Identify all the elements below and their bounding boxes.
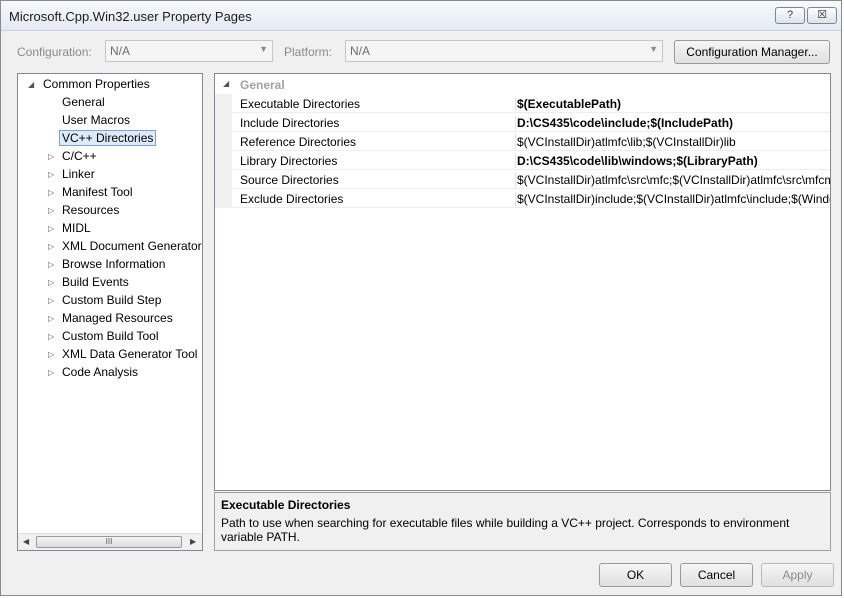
tree-item-label: XML Data Generator Tool xyxy=(62,347,198,361)
property-value[interactable]: $(VCInstallDir)include;$(VCInstallDir)at… xyxy=(515,192,830,206)
window-title: Microsoft.Cpp.Win32.user Property Pages xyxy=(9,9,252,24)
expand-arrow-icon[interactable]: ▷ xyxy=(48,202,58,219)
property-name: Include Directories xyxy=(240,116,340,130)
property-row[interactable]: Source Directories $(VCInstallDir)atlmfc\… xyxy=(215,170,830,189)
scroll-left-icon[interactable]: ◀ xyxy=(23,537,29,546)
expand-arrow-icon[interactable]: ▷ xyxy=(48,274,58,291)
tree-item-label: Linker xyxy=(62,167,95,181)
tree-item-label: VC++ Directories xyxy=(59,130,157,146)
tree-horizontal-scrollbar[interactable]: ◀ III ▶ xyxy=(18,533,202,550)
row-gutter xyxy=(215,170,232,188)
tree-item-label: Manifest Tool xyxy=(62,185,133,199)
tree-item-label: Browse Information xyxy=(62,257,166,271)
platform-label: Platform: xyxy=(284,45,333,59)
tree-item-label: Code Analysis xyxy=(62,365,139,379)
expand-arrow-icon[interactable]: ▷ xyxy=(48,148,58,165)
expand-arrow-icon[interactable]: ▷ xyxy=(48,256,58,273)
property-pages-window: Microsoft.Cpp.Win32.user Property Pages … xyxy=(0,0,842,596)
property-grid: ◢ General Executable Directories $(Execut… xyxy=(214,73,831,491)
platform-dropdown[interactable]: N/A ▼ xyxy=(345,40,663,62)
row-gutter xyxy=(215,94,232,112)
tree-item-vc-directories[interactable]: VC++ Directories xyxy=(59,130,157,147)
tree-item-label: Common Properties xyxy=(43,77,150,91)
expand-arrow-icon[interactable]: ▷ xyxy=(48,364,58,381)
configuration-label: Configuration: xyxy=(17,45,92,59)
property-name: Library Directories xyxy=(240,154,338,168)
collapse-arrow-icon[interactable]: ◢ xyxy=(223,79,229,88)
configuration-manager-button[interactable]: Configuration Manager... xyxy=(674,40,830,64)
tree-item-label: XML Document Generator xyxy=(62,239,202,253)
chevron-down-icon: ▼ xyxy=(649,44,658,54)
tree-item-label: Managed Resources xyxy=(62,311,173,325)
help-icon: ? xyxy=(786,9,794,21)
chevron-down-icon: ▼ xyxy=(259,44,268,54)
tree-item-label: Custom Build Tool xyxy=(62,329,159,343)
close-icon: ☒ xyxy=(817,9,827,21)
cancel-button[interactable]: Cancel xyxy=(680,563,753,587)
tree-item-general[interactable]: General xyxy=(62,94,105,111)
help-button[interactable]: ? xyxy=(775,7,805,24)
property-value[interactable]: D:\CS435\code\include;$(IncludePath) xyxy=(515,116,830,130)
property-row[interactable]: Include Directories D:\CS435\code\include… xyxy=(215,113,830,132)
expand-arrow-icon[interactable]: ▷ xyxy=(48,184,58,201)
expand-arrow-icon[interactable]: ▷ xyxy=(48,346,58,363)
tree-item-user-macros[interactable]: User Macros xyxy=(62,112,130,129)
grid-category-label: General xyxy=(240,78,285,92)
tree-item-label: General xyxy=(62,95,105,109)
scroll-thumb[interactable]: III xyxy=(36,536,182,548)
expand-arrow-icon[interactable]: ▷ xyxy=(48,220,58,237)
title-bar[interactable]: Microsoft.Cpp.Win32.user Property Pages … xyxy=(1,1,841,31)
property-row[interactable]: Library Directories D:\CS435\code\lib\win… xyxy=(215,151,830,170)
property-value[interactable]: $(ExecutablePath) xyxy=(515,97,830,111)
platform-value: N/A xyxy=(350,44,371,58)
configuration-dropdown[interactable]: N/A ▼ xyxy=(105,40,273,62)
property-name: Source Directories xyxy=(240,173,339,187)
tree-item-label: User Macros xyxy=(62,113,131,127)
description-title: Executable Directories xyxy=(221,498,351,512)
row-gutter xyxy=(215,189,232,207)
property-row[interactable]: Exclude Directories $(VCInstallDir)includ… xyxy=(215,189,830,208)
tree-item-label: Custom Build Step xyxy=(62,293,162,307)
expand-arrow-icon[interactable]: ▷ xyxy=(48,238,58,255)
grid-category-general[interactable]: ◢ General xyxy=(215,76,830,94)
expand-arrow-icon[interactable]: ▷ xyxy=(48,166,58,183)
scroll-grip-icon: III xyxy=(105,537,113,546)
ok-button[interactable]: OK xyxy=(599,563,672,587)
scroll-right-icon[interactable]: ▶ xyxy=(190,537,196,546)
close-button[interactable]: ☒ xyxy=(807,7,837,24)
property-tree[interactable]: ◢ Common Properties General User Macros … xyxy=(17,73,203,551)
property-value[interactable]: D:\CS435\code\lib\windows;$(LibraryPath) xyxy=(515,154,830,168)
expand-arrow-icon[interactable]: ▷ xyxy=(48,310,58,327)
property-name: Reference Directories xyxy=(240,135,357,149)
tree-item-label: Resources xyxy=(62,203,120,217)
property-row[interactable]: Reference Directories $(VCInstallDir)atlm… xyxy=(215,132,830,151)
property-name: Exclude Directories xyxy=(240,192,344,206)
configuration-value: N/A xyxy=(110,44,131,58)
property-value[interactable]: $(VCInstallDir)atlmfc\lib;$(VCInstallDir… xyxy=(515,135,830,149)
property-row[interactable]: Executable Directories $(ExecutablePath) xyxy=(215,94,830,113)
expand-arrow-icon[interactable]: ◢ xyxy=(28,76,38,93)
apply-button[interactable]: Apply xyxy=(761,563,834,587)
property-name: Executable Directories xyxy=(240,97,361,111)
tree-item-label: C/C++ xyxy=(62,149,97,163)
description-text: Path to use when searching for executabl… xyxy=(221,516,790,544)
property-value[interactable]: $(VCInstallDir)atlmfc\src\mfc;$(VCInstal… xyxy=(515,173,830,187)
description-pane: Executable Directories Path to use when … xyxy=(214,492,831,551)
tree-item-label: MIDL xyxy=(62,221,91,235)
row-gutter xyxy=(215,113,232,131)
expand-arrow-icon[interactable]: ▷ xyxy=(48,328,58,345)
row-gutter xyxy=(215,132,232,150)
tree-item-label: Build Events xyxy=(62,275,129,289)
expand-arrow-icon[interactable]: ▷ xyxy=(48,292,58,309)
row-gutter xyxy=(215,151,232,169)
